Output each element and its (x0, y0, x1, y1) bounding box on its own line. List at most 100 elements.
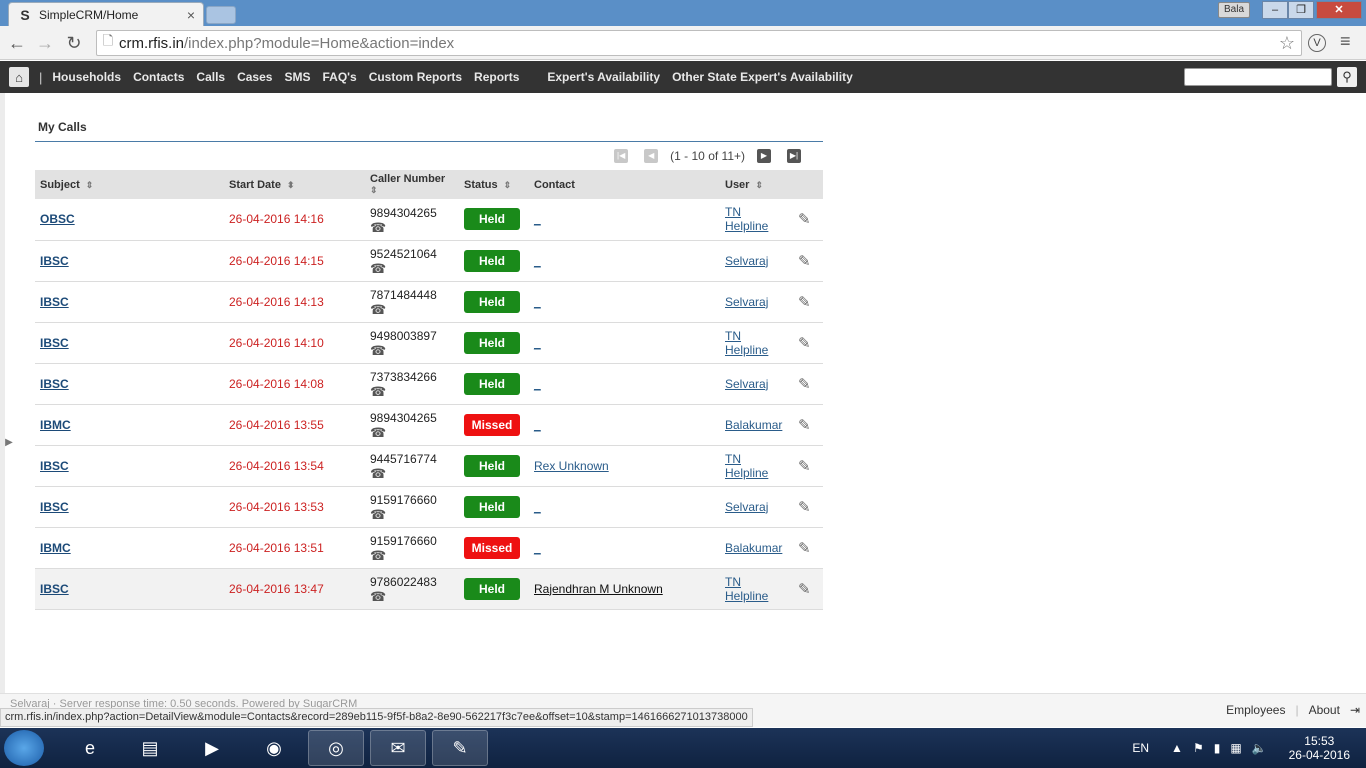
contact-link[interactable]: _ (534, 541, 541, 555)
tray-expand-icon[interactable]: ▲ (1171, 741, 1183, 755)
file-explorer-icon[interactable]: ▤ (122, 730, 178, 766)
network-icon[interactable]: ▦ (1230, 741, 1241, 755)
subject-link[interactable]: IBSC (40, 582, 69, 596)
edit-pencil-icon[interactable]: ✎ (798, 581, 811, 598)
sort-desc-icon[interactable]: ⬍ (287, 180, 295, 190)
user-link[interactable]: TN Helpline (725, 575, 777, 603)
phone-call-icon[interactable]: ☎ (370, 590, 459, 604)
address-bar[interactable]: 🗋 crm.rfis.in /index.php?module=Home&act… (96, 30, 1302, 56)
internet-explorer-icon[interactable]: e (62, 730, 118, 766)
phone-call-icon[interactable]: ☎ (370, 303, 459, 317)
sort-icon[interactable]: ⇕ (504, 180, 512, 190)
subject-link[interactable]: IBSC (40, 254, 69, 268)
profile-badge[interactable]: Bala (1218, 2, 1250, 18)
nav-experts-availability[interactable]: Expert's Availability (547, 70, 660, 84)
start-button[interactable] (4, 730, 44, 766)
subject-link[interactable]: IBSC (40, 377, 69, 391)
contact-link[interactable]: Rajendhran M Unknown (534, 582, 663, 596)
subject-link[interactable]: IBMC (40, 418, 71, 432)
window-minimize-icon[interactable]: – (1262, 1, 1288, 19)
footer-employees-link[interactable]: Employees (1226, 703, 1285, 717)
edit-pencil-icon[interactable]: ✎ (798, 376, 811, 393)
edit-pencil-icon[interactable]: ✎ (798, 253, 811, 270)
sidebar-expand-icon[interactable]: ▶ (0, 432, 18, 454)
search-icon[interactable]: ⚲ (1337, 67, 1357, 87)
nav-households[interactable]: Households (52, 70, 121, 84)
col-subject[interactable]: Subject ⇕ (35, 170, 224, 199)
new-tab-button[interactable] (206, 6, 236, 24)
user-link[interactable]: Selvaraj (725, 295, 768, 309)
forward-icon[interactable]: → (34, 32, 56, 54)
subject-link[interactable]: IBSC (40, 336, 69, 350)
contact-link[interactable]: Rex Unknown (534, 459, 609, 473)
nav-custom-reports[interactable]: Custom Reports (369, 70, 462, 84)
battery-icon[interactable]: ▮ (1214, 741, 1221, 755)
outlook-icon[interactable]: ✉ (370, 730, 426, 766)
footer-about-link[interactable]: About (1309, 703, 1340, 717)
col-start-date[interactable]: Start Date ⬍ (224, 170, 365, 199)
nav-sms[interactable]: SMS (284, 70, 310, 84)
edit-pencil-icon[interactable]: ✎ (798, 417, 811, 434)
nav-contacts[interactable]: Contacts (133, 70, 184, 84)
sort-icon[interactable]: ⇕ (370, 185, 378, 195)
subject-link[interactable]: IBSC (40, 500, 69, 514)
phone-call-icon[interactable]: ☎ (370, 508, 459, 522)
window-maximize-icon[interactable]: ❐ (1288, 1, 1314, 19)
edit-pencil-icon[interactable]: ✎ (798, 540, 811, 557)
global-search-input[interactable] (1184, 68, 1332, 86)
nav-calls[interactable]: Calls (196, 70, 225, 84)
edit-pencil-icon[interactable]: ✎ (798, 211, 811, 228)
next-page-icon[interactable]: ▶ (757, 149, 771, 163)
contact-link[interactable]: _ (534, 377, 541, 391)
edit-pencil-icon[interactable]: ✎ (798, 335, 811, 352)
edit-pencil-icon[interactable]: ✎ (798, 499, 811, 516)
action-center-flag-icon[interactable]: ⚑ (1193, 741, 1204, 755)
user-link[interactable]: Selvaraj (725, 500, 768, 514)
window-close-icon[interactable]: ✕ (1316, 1, 1362, 19)
user-link[interactable]: Selvaraj (725, 254, 768, 268)
chrome-icon[interactable]: ◎ (308, 730, 364, 766)
prev-page-icon[interactable]: ◀ (644, 149, 659, 163)
nav-cases[interactable]: Cases (237, 70, 272, 84)
bookmark-star-icon[interactable]: ☆ (1279, 33, 1295, 54)
sort-icon[interactable]: ⇕ (86, 180, 94, 190)
language-indicator[interactable]: EN (1132, 741, 1149, 755)
browser-menu-icon[interactable]: ≡ (1340, 31, 1351, 52)
phone-call-icon[interactable]: ☎ (370, 385, 459, 399)
contact-link[interactable]: _ (534, 500, 541, 514)
notepad-icon[interactable]: ✎ (432, 730, 488, 766)
contact-link[interactable]: _ (534, 336, 541, 350)
browser-tab[interactable]: S SimpleCRM/Home × (8, 2, 204, 26)
phone-call-icon[interactable]: ☎ (370, 344, 459, 358)
logout-icon[interactable]: ⇥ (1350, 703, 1360, 717)
volume-icon[interactable]: 🔈 (1252, 741, 1267, 755)
media-player-icon[interactable]: ▶ (184, 730, 240, 766)
first-page-icon[interactable]: |◀ (614, 149, 629, 163)
contact-link[interactable]: _ (534, 212, 541, 226)
firefox-icon[interactable]: ◉ (246, 730, 302, 766)
user-link[interactable]: Selvaraj (725, 377, 768, 391)
phone-call-icon[interactable]: ☎ (370, 220, 459, 235)
user-link[interactable]: Balakumar (725, 418, 782, 432)
nav-reports[interactable]: Reports (474, 70, 519, 84)
subject-link[interactable]: IBMC (40, 541, 71, 555)
contact-link[interactable]: _ (534, 254, 541, 268)
phone-call-icon[interactable]: ☎ (370, 262, 459, 276)
edit-pencil-icon[interactable]: ✎ (798, 294, 811, 311)
nav-other-state-experts-availability[interactable]: Other State Expert's Availability (672, 70, 853, 84)
phone-call-icon[interactable]: ☎ (370, 549, 459, 563)
reload-icon[interactable]: ↻ (63, 32, 85, 54)
user-link[interactable]: Balakumar (725, 541, 782, 555)
last-page-icon[interactable]: ▶| (787, 149, 801, 163)
sort-icon[interactable]: ⇕ (755, 180, 763, 190)
clock[interactable]: 15:53 26-04-2016 (1289, 734, 1350, 762)
back-icon[interactable]: ← (6, 32, 28, 54)
phone-call-icon[interactable]: ☎ (370, 426, 459, 440)
tab-close-icon[interactable]: × (187, 7, 195, 23)
col-caller-number[interactable]: Caller Number ⇕ (365, 170, 459, 199)
user-link[interactable]: TN Helpline (725, 205, 777, 233)
extension-icon[interactable]: V (1308, 34, 1326, 52)
contact-link[interactable]: _ (534, 295, 541, 309)
subject-link[interactable]: IBSC (40, 295, 69, 309)
col-user[interactable]: User ⇕ (720, 170, 793, 199)
